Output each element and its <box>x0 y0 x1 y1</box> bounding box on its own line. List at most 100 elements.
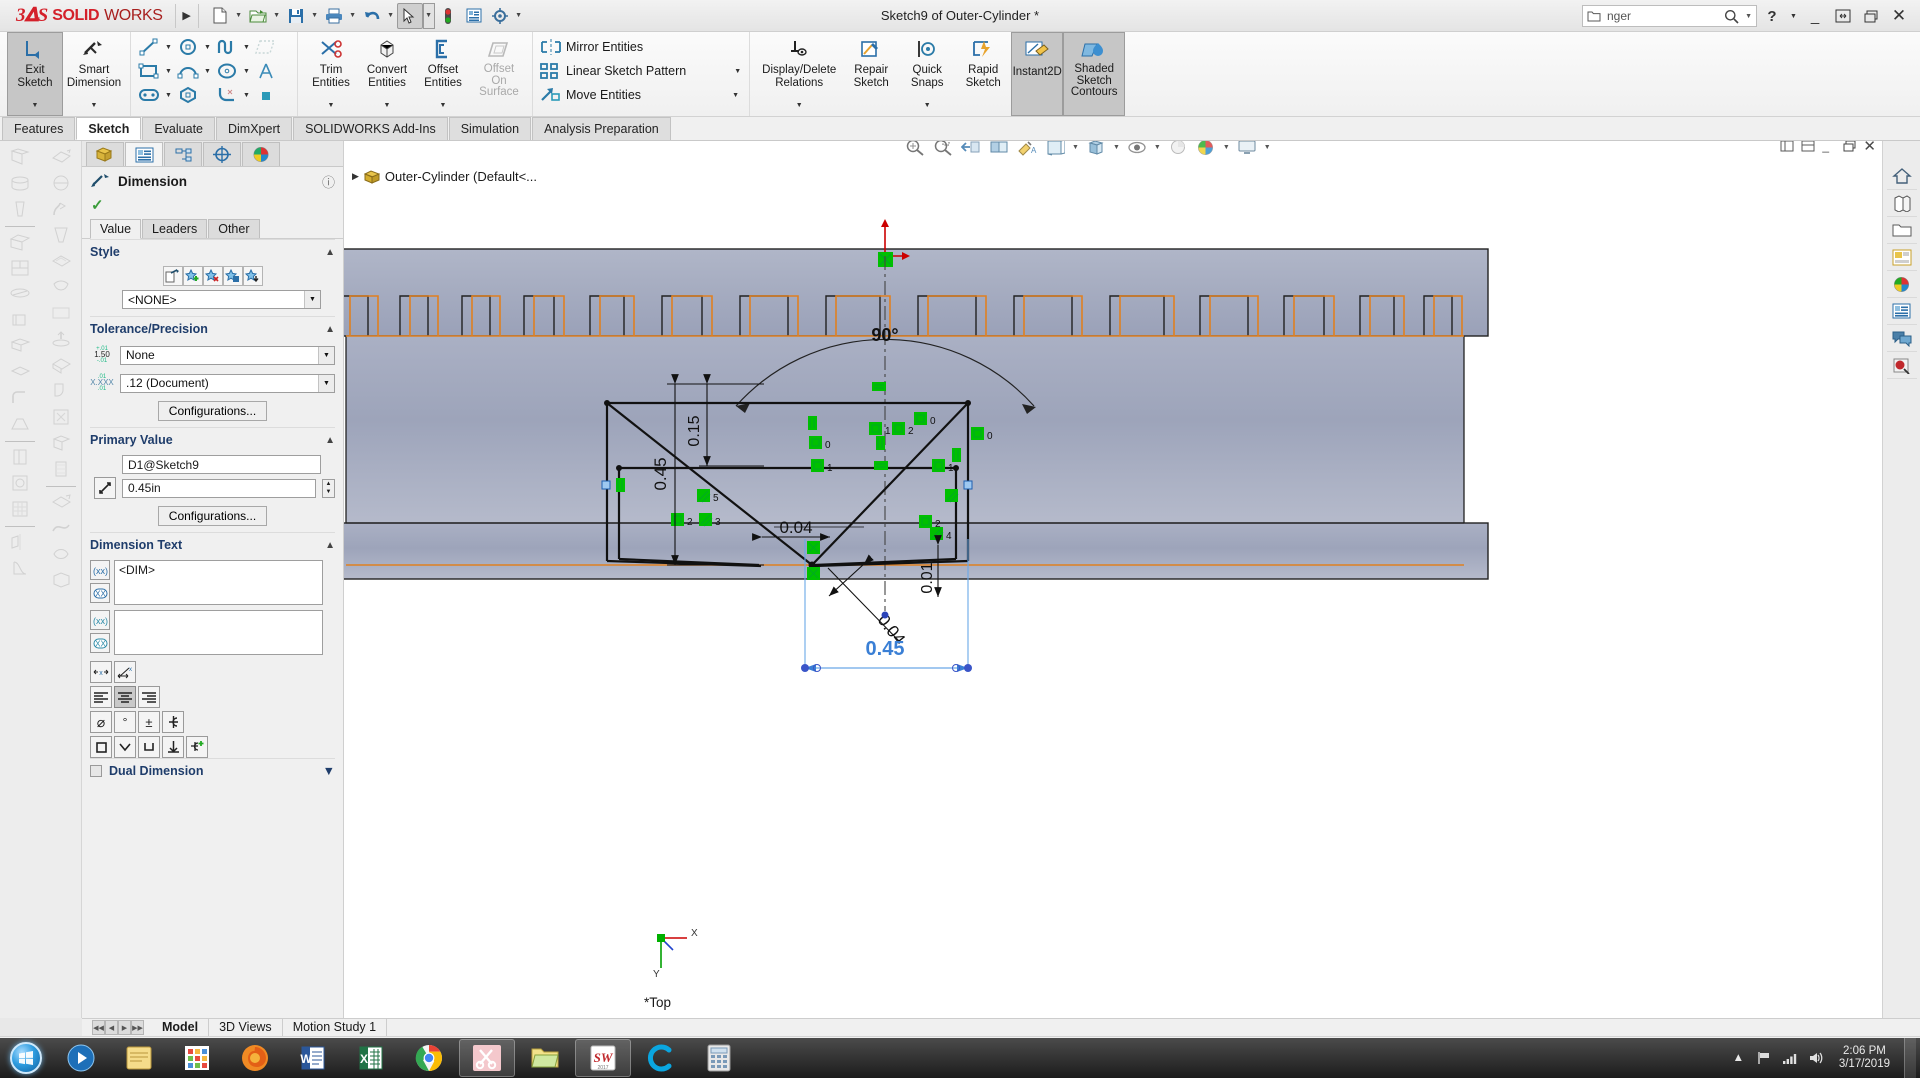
show-desktop-button[interactable] <box>1904 1038 1916 1078</box>
thicken-icon[interactable] <box>46 457 76 481</box>
volume-icon[interactable] <box>1808 1048 1825 1068</box>
primary-value-configurations-button[interactable]: Configurations... <box>157 506 268 526</box>
chevron-up-icon[interactable]: ▲ <box>325 247 335 258</box>
spinner-up-icon[interactable]: ▲ <box>323 480 334 489</box>
move-face-icon[interactable] <box>46 490 76 514</box>
taskbar-word[interactable]: W <box>285 1039 341 1077</box>
indent-icon[interactable] <box>46 568 76 592</box>
convert-entities-button[interactable]: Convert Entities ▼ <box>359 32 415 116</box>
home-icon[interactable] <box>1886 163 1917 190</box>
linear-sketch-pattern-item[interactable]: Linear Sketch Pattern ▼ <box>538 59 744 83</box>
restore-button[interactable] <box>1830 2 1856 30</box>
offset-text-icon[interactable]: x <box>90 661 112 683</box>
print-document-button[interactable] <box>321 3 347 29</box>
chevron-up-icon[interactable]: ▲ <box>325 435 335 446</box>
taskbar-calculator[interactable] <box>691 1039 747 1077</box>
exit-sketch-button[interactable]: Exit Sketch ▼ <box>7 32 63 116</box>
square-symbol-button[interactable] <box>90 736 112 758</box>
taskbar-snipping-tool[interactable] <box>459 1039 515 1077</box>
next-tab-button[interactable]: ▶ <box>118 1020 131 1035</box>
tab-sketch[interactable]: Sketch <box>76 117 142 140</box>
last-tab-button[interactable]: ▶▶ <box>131 1020 144 1035</box>
solidworks-forum-icon[interactable] <box>1886 325 1917 352</box>
menu-expand-arrow-icon[interactable]: ▶ <box>176 0 198 32</box>
quick-snaps-button[interactable]: Quick Snaps ▼ <box>899 32 955 116</box>
rebuild-button[interactable] <box>435 3 461 29</box>
view-palette-icon[interactable] <box>1886 244 1917 271</box>
surface-revolve-icon[interactable] <box>46 171 76 195</box>
offset-caret-icon[interactable]: ▼ <box>440 100 447 116</box>
primary-value-heading-row[interactable]: Primary Value ▲ <box>90 427 335 452</box>
delete-style-button[interactable] <box>202 266 223 286</box>
save-style-button[interactable] <box>222 266 243 286</box>
linear-pattern-feature-icon[interactable] <box>5 497 35 521</box>
accept-dimension-button[interactable]: ✓ <box>82 195 343 215</box>
feature-manager-tab[interactable] <box>86 142 124 166</box>
network-signal-icon[interactable] <box>1782 1048 1799 1068</box>
quick-snaps-caret-icon[interactable]: ▼ <box>924 100 931 116</box>
lofted-cut-icon[interactable] <box>5 334 35 358</box>
first-tab-button[interactable]: ◀◀ <box>92 1020 105 1035</box>
chevron-up-icon[interactable]: ▲ <box>325 324 335 335</box>
rectangle-caret-icon[interactable]: ▼ <box>162 68 175 75</box>
arc-tool[interactable]: ▼ <box>175 59 214 83</box>
countersink-symbol-button[interactable] <box>114 736 136 758</box>
centerline-symbol-button[interactable] <box>162 711 184 733</box>
taskbar-sticky-notes[interactable] <box>111 1039 167 1077</box>
tab-dimxpert[interactable]: DimXpert <box>216 117 293 140</box>
rapid-sketch-button[interactable]: Rapid Sketch <box>955 32 1011 116</box>
trim-entities-button[interactable]: Trim Entities ▼ <box>303 32 359 116</box>
search-box[interactable]: nger ▼ <box>1582 5 1757 27</box>
fillet-feature-icon[interactable] <box>5 386 35 410</box>
save-document-dropdown-icon[interactable]: ▼ <box>309 3 321 29</box>
tab-simulation[interactable]: Simulation <box>448 117 532 140</box>
chevron-down-icon[interactable]: ▼ <box>323 764 335 778</box>
swept-cut-icon[interactable] <box>5 308 35 332</box>
circle-tool[interactable]: ▼ <box>175 35 214 59</box>
extend-surface-icon[interactable] <box>46 327 76 351</box>
previous-tab-button[interactable]: ◀ <box>105 1020 118 1035</box>
taskbar-chrome[interactable] <box>401 1039 457 1077</box>
repair-sketch-button[interactable]: Repair Sketch <box>843 32 899 116</box>
align-right-button[interactable] <box>138 686 160 708</box>
tab-features[interactable]: Features <box>2 117 76 140</box>
help-button[interactable]: ? <box>1759 2 1785 30</box>
tolerance-heading-row[interactable]: Tolerance/Precision ▲ <box>90 316 335 341</box>
sketch-canvas[interactable]: 90° 0 1 2 0 0 1 1 5 2 3 2 4 0.15 0.45 0.… <box>344 141 1882 1018</box>
chevron-down-icon[interactable]: ▼ <box>318 374 334 392</box>
ellipse-tool[interactable]: ▼ <box>214 59 253 83</box>
help-dropdown-icon[interactable]: ▼ <box>1787 2 1800 30</box>
tab-solidworks-add-ins[interactable]: SOLIDWORKS Add-Ins <box>293 117 448 140</box>
text-below-icon[interactable]: (xx) <box>90 610 110 630</box>
select-tool-button[interactable] <box>396 2 423 29</box>
surface-boundary-icon[interactable] <box>46 249 76 273</box>
motion-study-tab[interactable]: Motion Study 1 <box>283 1019 388 1036</box>
wrap-icon[interactable] <box>5 556 35 580</box>
point-tool[interactable] <box>253 83 292 107</box>
align-left-button[interactable] <box>90 686 112 708</box>
arc-caret-icon[interactable]: ▼ <box>201 68 214 75</box>
extruded-cut-icon[interactable] <box>5 230 35 254</box>
chevron-up-icon[interactable]: ▲ <box>325 540 335 551</box>
deform-icon[interactable] <box>46 542 76 566</box>
taskbar-cortana[interactable] <box>633 1039 689 1077</box>
print-dropdown-icon[interactable]: ▼ <box>347 3 359 29</box>
instant2d-button[interactable]: Instant2D <box>1011 32 1064 116</box>
surface-loft-icon[interactable] <box>46 223 76 247</box>
align-center-button[interactable] <box>114 686 136 708</box>
dimxpert-manager-tab[interactable] <box>203 142 241 166</box>
dimension-text-heading-row[interactable]: Dimension Text ▲ <box>90 532 335 557</box>
display-manager-tab[interactable] <box>242 142 280 166</box>
taskbar-solidworks[interactable]: SW 2017 <box>575 1039 631 1077</box>
help-icon[interactable]: ⓘ <box>322 172 335 191</box>
spinner-down-icon[interactable]: ▼ <box>323 488 334 497</box>
move-entities-item[interactable]: Move Entities ▼ <box>538 83 744 107</box>
file-explorer-icon[interactable] <box>1886 217 1917 244</box>
surface-fill-icon[interactable] <box>46 275 76 299</box>
value-spinner[interactable]: ▲ ▼ <box>322 478 335 498</box>
delete-face-icon[interactable] <box>46 405 76 429</box>
text-tool[interactable] <box>253 59 292 83</box>
sub-tab-other[interactable]: Other <box>208 219 260 238</box>
taskbar-folder[interactable] <box>517 1039 573 1077</box>
custom-properties-icon[interactable] <box>1886 298 1917 325</box>
